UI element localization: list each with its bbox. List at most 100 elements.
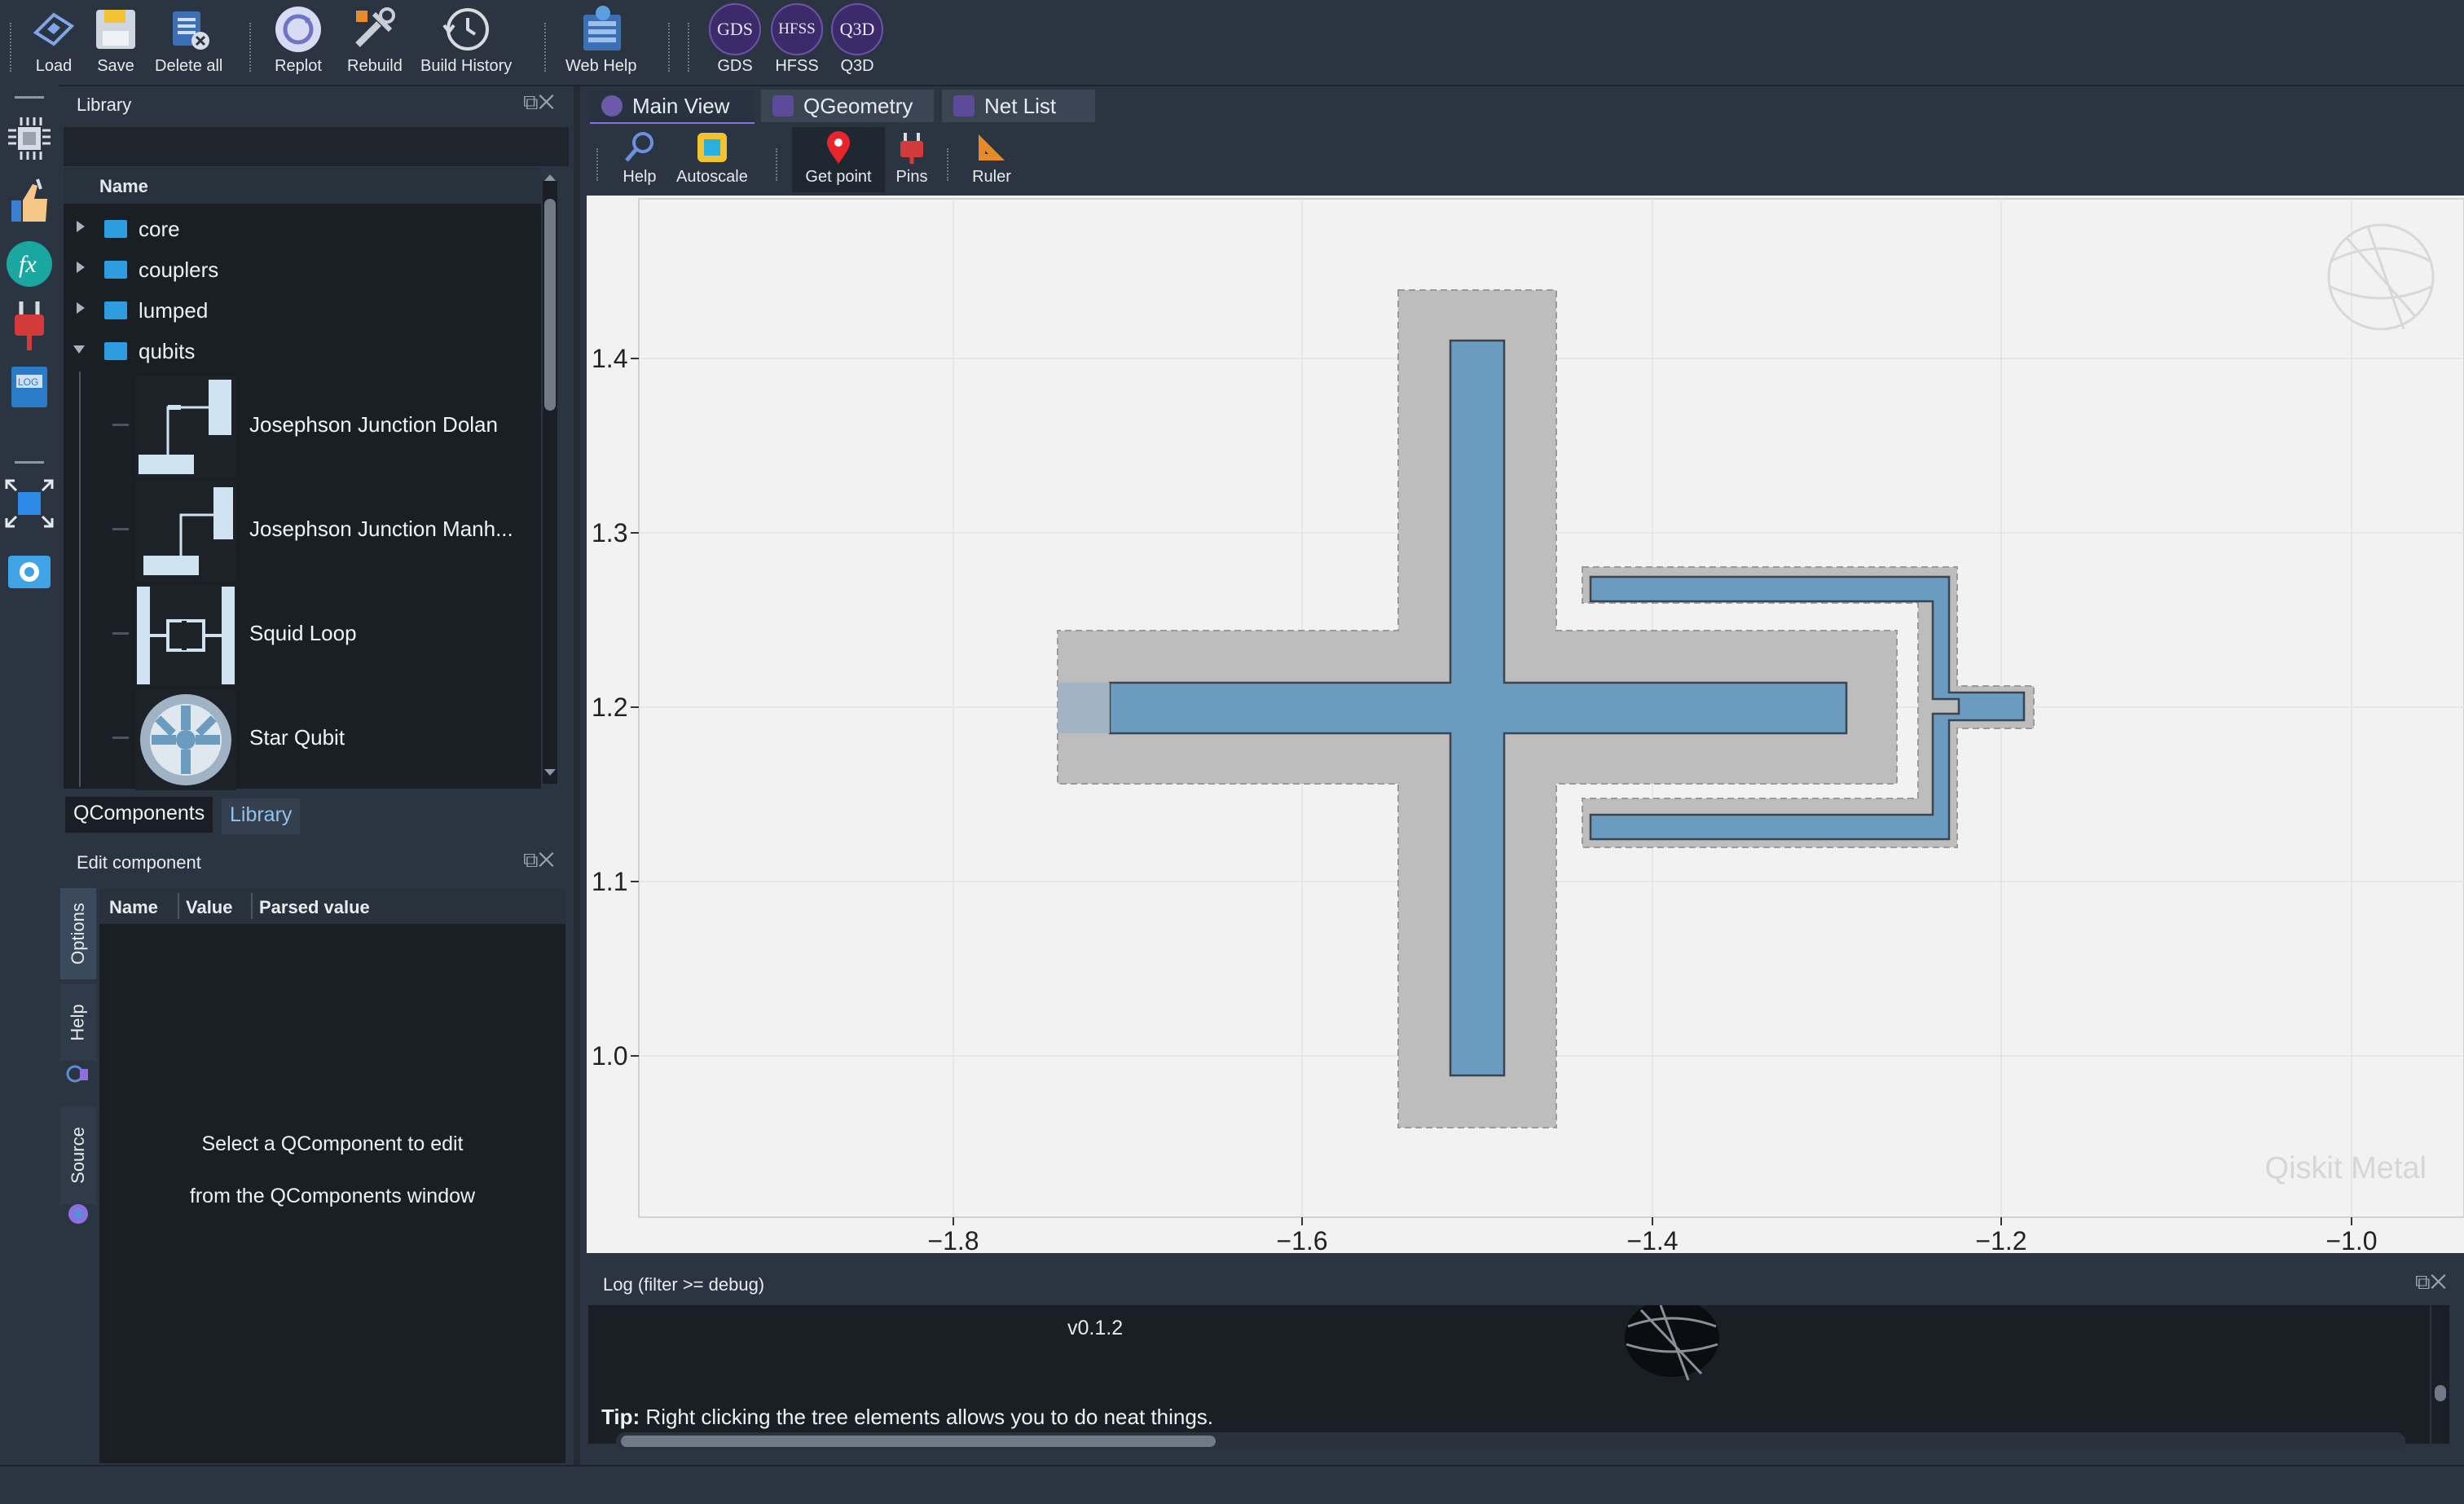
gds-button[interactable]: GDS GDS <box>709 3 761 81</box>
log-output[interactable]: v0.1.2 Tip: Right clicking the tree elem… <box>588 1299 2430 1444</box>
thumbs-up-icon[interactable] <box>5 178 54 226</box>
vtab-options-label: Options <box>68 903 89 965</box>
library-item-jj-dolan[interactable]: Josephson Junction Dolan <box>64 375 520 479</box>
scroll-down-icon[interactable] <box>544 769 556 776</box>
watermark-text: Qiskit Metal <box>2265 1151 2427 1185</box>
xmon-cross[interactable] <box>1108 339 1848 1077</box>
library-item-jj-manhattan[interactable]: Josephson Junction Manh... <box>64 479 520 583</box>
table-icon <box>953 95 975 117</box>
load-button[interactable]: Load <box>28 3 80 81</box>
status-bar <box>0 1465 2464 1504</box>
folder-icon <box>104 342 127 360</box>
build-history-label: Build History <box>420 57 513 75</box>
collapse-arrow-icon[interactable] <box>73 345 85 354</box>
load-icon <box>28 3 80 55</box>
edit-vertical-tabs: Options Help Source <box>60 888 96 1230</box>
library-tree[interactable]: Name core couplers lumped qubits Josephs… <box>64 168 541 792</box>
tree-folder-core[interactable]: core <box>64 209 520 249</box>
web-help-button[interactable]: Web Help <box>565 3 636 81</box>
expand-arrow-icon[interactable] <box>77 221 85 232</box>
log-icon[interactable]: LOG <box>5 362 54 411</box>
ruler-button[interactable]: Ruler <box>971 127 1012 192</box>
vtab-help[interactable]: Help <box>60 984 96 1061</box>
vtab-options[interactable]: Options <box>60 888 96 979</box>
help-tab-icon <box>65 1061 91 1087</box>
x-tick-label: −1.4 <box>1626 1226 1678 1253</box>
get-point-button[interactable]: Get point <box>792 127 885 192</box>
library-item-label: Squid Loop <box>249 621 357 645</box>
pins-button[interactable]: Pins <box>891 127 932 192</box>
folder-label: qubits <box>139 339 196 363</box>
connector-pad <box>1058 683 1110 733</box>
dock-float-close-icon[interactable]: ⧉✕ <box>523 847 554 873</box>
chip-icon[interactable] <box>5 114 54 163</box>
expand-arrow-icon[interactable] <box>77 302 85 314</box>
rebuild-label: Rebuild <box>347 57 403 75</box>
q3d-button[interactable]: Q3D Q3D <box>831 3 883 81</box>
web-help-label: Web Help <box>565 57 637 75</box>
tree-branch <box>112 632 129 635</box>
fit-view-icon[interactable] <box>3 477 55 530</box>
tab-net-list[interactable]: Net List <box>942 90 1095 122</box>
delete-all-button[interactable]: Delete all <box>155 3 222 81</box>
design-plot[interactable]: −1.8 −1.6 −1.4 −1.2 −1.0 1.4 1.3 1.2 1.1… <box>587 196 2464 1253</box>
column-divider <box>178 893 179 919</box>
get-point-label: Get point <box>805 168 872 186</box>
tree-branch <box>112 737 129 739</box>
jj-dolan-thumbnail <box>135 376 236 477</box>
library-scrollbar-thumb[interactable] <box>544 199 556 411</box>
rebuild-button[interactable]: Rebuild <box>347 3 403 81</box>
camera-icon[interactable] <box>5 546 54 595</box>
log-vertical-scrollbar[interactable] <box>2431 1305 2449 1444</box>
plug-icon[interactable] <box>5 298 54 352</box>
dock-float-close-icon[interactable]: ⧉✕ <box>523 90 554 116</box>
tab-library[interactable]: Library <box>222 798 301 834</box>
tab-qgeometry[interactable]: QGeometry <box>761 90 934 122</box>
tab-main-view[interactable]: Main View <box>590 90 755 125</box>
hfss-button[interactable]: HFSS HFSS <box>771 3 823 81</box>
replot-button[interactable]: Replot <box>272 3 324 81</box>
tree-folder-qubits[interactable]: qubits <box>64 331 520 372</box>
dock-float-close-icon[interactable]: ⧉✕ <box>2415 1269 2446 1295</box>
save-button[interactable]: Save <box>90 3 142 81</box>
main-plot-canvas[interactable]: −1.8 −1.6 −1.4 −1.2 −1.0 1.4 1.3 1.2 1.1… <box>587 196 2464 1253</box>
log-scrollbar-thumb[interactable] <box>621 1436 1216 1447</box>
library-item-label: Josephson Junction Dolan <box>249 412 498 437</box>
log-vertical-thumb[interactable] <box>2435 1385 2446 1401</box>
tab-qcomponents[interactable]: QComponents <box>65 797 213 833</box>
jj-manhattan-thumbnail <box>135 481 236 582</box>
y-tick-label: 1.4 <box>592 344 627 373</box>
empty-hint-line-1: Select a QComponent to edit <box>201 1132 464 1155</box>
svg-text:fx: fx <box>19 251 37 278</box>
rebuild-icon <box>349 3 401 55</box>
ruler-icon <box>971 127 1012 168</box>
expand-arrow-icon[interactable] <box>77 262 85 273</box>
map-pin-icon <box>818 127 859 168</box>
toolbar-grip <box>688 23 692 72</box>
x-tick-label: −1.8 <box>927 1226 979 1253</box>
edit-component-table[interactable]: Name Value Parsed value Select a QCompon… <box>99 888 565 1463</box>
function-icon[interactable]: fx <box>5 240 54 288</box>
log-title: Log (filter >= debug) <box>603 1274 765 1295</box>
y-tick-label: 1.2 <box>592 693 627 722</box>
toolbar-separator <box>249 23 253 72</box>
qiskit-logo-watermark <box>2327 223 2435 331</box>
view-toolbar: Help Autoscale Get point Pins Ruler <box>583 124 2464 194</box>
svg-text:LOG: LOG <box>18 376 38 388</box>
library-item-star-qubit[interactable]: Star Qubit <box>64 688 520 792</box>
vertical-splitter[interactable] <box>574 86 580 1465</box>
vtab-source-label: Source <box>68 1127 88 1184</box>
library-item-squid-loop[interactable]: Squid Loop <box>64 583 520 688</box>
autoscale-icon <box>692 127 733 168</box>
scroll-up-icon[interactable] <box>544 174 556 181</box>
help-tool-button[interactable]: Help <box>619 127 660 192</box>
vtab-source[interactable]: Source <box>60 1106 96 1204</box>
tip-label: Tip: <box>601 1405 640 1429</box>
autoscale-button[interactable]: Autoscale <box>676 127 748 192</box>
tree-folder-lumped[interactable]: lumped <box>64 290 520 331</box>
main-toolbar: Load Save Delete all Replot Rebuild Buil… <box>0 0 2464 86</box>
build-history-button[interactable]: Build History <box>420 3 512 81</box>
tree-folder-couplers[interactable]: couplers <box>64 249 520 290</box>
tip-line: Tip: Right clicking the tree elements al… <box>601 1405 1213 1430</box>
library-search-bar[interactable] <box>64 127 569 166</box>
